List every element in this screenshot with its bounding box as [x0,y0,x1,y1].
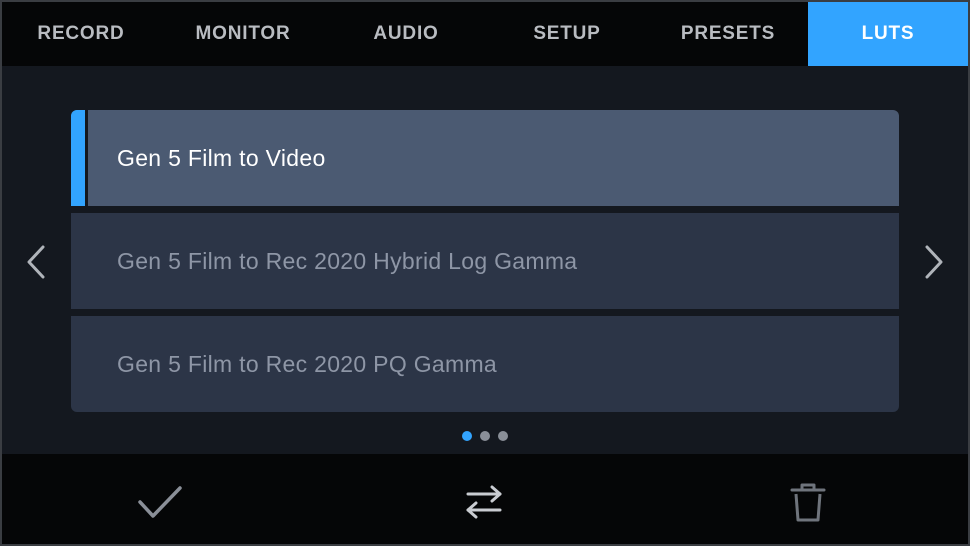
checkmark-icon [138,486,182,518]
delete-button[interactable] [778,474,838,530]
swap-arrows-icon [466,485,502,519]
tab-setup[interactable]: SETUP [486,2,648,66]
tab-record[interactable]: RECORD [2,2,160,66]
bottom-toolbar [2,454,968,544]
tab-audio[interactable]: AUDIO [326,2,486,66]
previous-page-button[interactable] [16,242,56,282]
page-indicator [2,431,968,441]
next-page-button[interactable] [914,242,954,282]
chevron-right-icon [925,245,943,279]
tab-presets[interactable]: PRESETS [648,2,808,66]
page-dot[interactable] [462,431,472,441]
confirm-button[interactable] [130,474,190,530]
lut-list: Gen 5 Film to Video Gen 5 Film to Rec 20… [71,110,899,412]
lut-item-label: Gen 5 Film to Rec 2020 PQ Gamma [117,350,497,377]
lut-item[interactable]: Gen 5 Film to Video [71,110,899,206]
lut-item-label: Gen 5 Film to Video [117,144,326,171]
lut-item[interactable]: Gen 5 Film to Rec 2020 Hybrid Log Gamma [71,213,899,309]
luts-panel: Gen 5 Film to Video Gen 5 Film to Rec 20… [2,66,968,454]
selected-marker [71,110,88,206]
lut-item[interactable]: Gen 5 Film to Rec 2020 PQ Gamma [71,316,899,412]
tab-monitor[interactable]: MONITOR [160,2,326,66]
tab-luts[interactable]: LUTS [808,2,968,66]
trash-icon [790,483,826,522]
tab-bar: RECORD MONITOR AUDIO SETUP PRESETS LUTS [2,2,968,66]
lut-item-label: Gen 5 Film to Rec 2020 Hybrid Log Gamma [117,247,578,274]
camera-screen: RECORD MONITOR AUDIO SETUP PRESETS LUTS … [0,0,970,546]
swap-button[interactable] [454,474,514,530]
page-dot[interactable] [498,431,508,441]
chevron-left-icon [27,245,45,279]
page-dot[interactable] [480,431,490,441]
